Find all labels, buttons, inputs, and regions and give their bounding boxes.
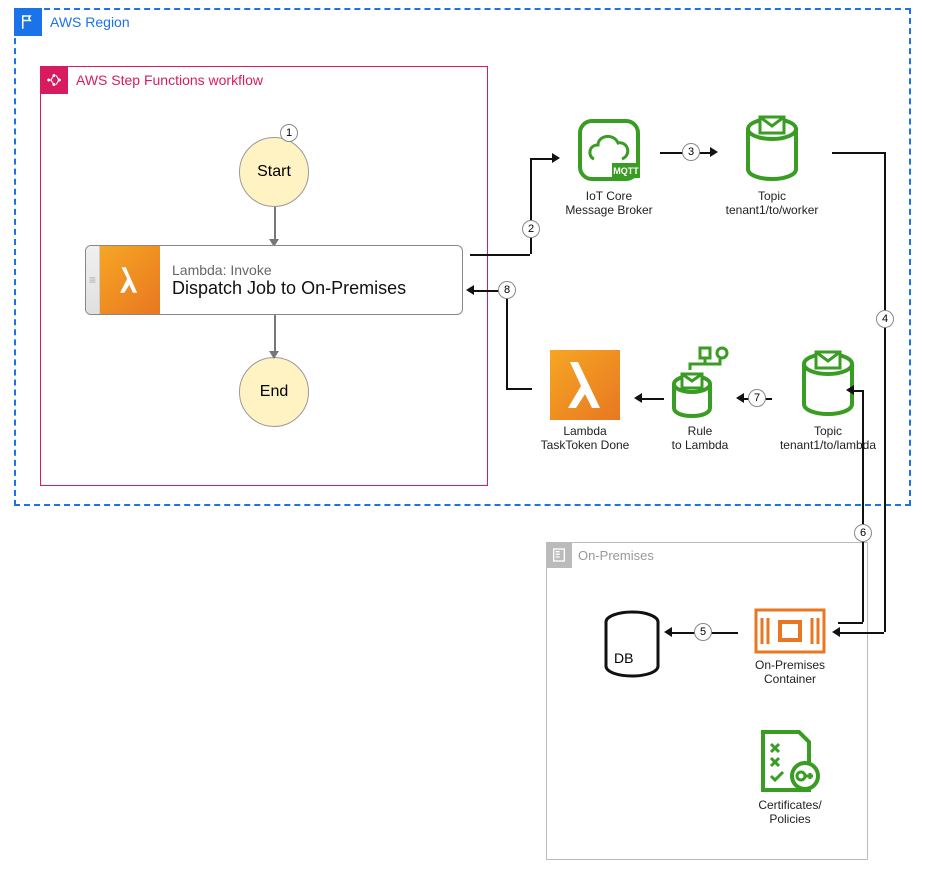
topic-worker: Topic tenant1/to/worker — [712, 115, 832, 218]
aws-region-header: AWS Region — [14, 8, 130, 36]
certificates-policies: Certificates/ Policies — [740, 728, 840, 827]
rule-label-2: to Lambda — [660, 438, 740, 452]
drag-handle-icon — [86, 246, 100, 314]
lambda-invoke-step: Lambda: Invoke Dispatch Job to On-Premis… — [85, 245, 463, 315]
lambda-icon — [100, 246, 160, 314]
certificate-icon — [757, 728, 823, 794]
step-functions-icon — [40, 66, 68, 94]
connector — [884, 152, 886, 632]
lambda-step-title: Dispatch Job to On-Premises — [172, 278, 406, 299]
topic-worker-label-2: tenant1/to/worker — [712, 203, 832, 217]
on-premises-label: On-Premises — [578, 548, 654, 563]
container-label-1: On-Premises — [740, 658, 840, 672]
topic-lambda-label-1: Topic — [768, 424, 888, 438]
lambda-done-label-2: TaskToken Done — [530, 438, 640, 452]
end-node: End — [239, 357, 309, 427]
topic-icon — [742, 115, 802, 185]
iot-core-label-2: Message Broker — [554, 203, 664, 217]
rule-to-lambda: Rule to Lambda — [660, 346, 740, 453]
rule-icon — [670, 346, 730, 420]
step-badge-7: 7 — [748, 389, 766, 407]
cert-label-1: Certificates/ — [740, 798, 840, 812]
container-label-2: Container — [740, 672, 840, 686]
connector — [470, 254, 530, 256]
arrowhead-icon — [269, 351, 279, 359]
topic-worker-label-1: Topic — [712, 189, 832, 203]
arrowhead-icon — [466, 285, 474, 295]
connector — [640, 398, 664, 400]
rule-label-1: Rule — [660, 424, 740, 438]
connector — [530, 158, 532, 254]
iot-core-icon: MQTT — [574, 115, 644, 185]
container-icon — [754, 608, 826, 654]
step-badge-1: 1 — [280, 124, 298, 142]
topic-lambda: Topic tenant1/to/lambda — [768, 350, 888, 453]
step-badge-5: 5 — [694, 623, 712, 641]
start-label: Start — [257, 163, 291, 181]
on-premises-header: On-Premises — [546, 542, 654, 568]
server-icon — [546, 542, 572, 568]
connector — [506, 388, 532, 390]
arrowhead-icon — [634, 393, 642, 403]
step-functions-label: AWS Step Functions workflow — [76, 72, 263, 88]
connector — [862, 390, 864, 622]
lambda-step-subtitle: Lambda: Invoke — [172, 262, 406, 278]
arrowhead-icon — [664, 627, 672, 637]
arrowhead-icon — [552, 153, 560, 163]
lambda-icon — [550, 350, 620, 420]
flag-icon — [14, 8, 42, 36]
end-label: End — [260, 383, 288, 401]
step-badge-3: 3 — [682, 143, 700, 161]
topic-lambda-label-2: tenant1/to/lambda — [768, 438, 888, 452]
aws-region-label: AWS Region — [50, 14, 130, 30]
database-label: DB — [614, 650, 633, 666]
step-badge-2: 2 — [522, 220, 540, 238]
connector — [838, 622, 863, 624]
arrowhead-icon — [710, 147, 718, 157]
step-functions-header: AWS Step Functions workflow — [40, 66, 263, 94]
connector — [832, 152, 884, 154]
arrowhead-icon — [736, 393, 744, 403]
connector — [530, 158, 554, 160]
flow-arrow — [274, 207, 276, 243]
arrowhead-icon — [832, 627, 840, 637]
iot-core-label-1: IoT Core — [554, 189, 664, 203]
flow-arrow — [274, 315, 276, 355]
on-prem-container: On-Premises Container — [740, 608, 840, 687]
lambda-done: Lambda TaskToken Done — [530, 350, 640, 453]
start-node: Start — [239, 137, 309, 207]
step-functions-box: AWS Step Functions workflow Start End La… — [40, 66, 488, 486]
connector — [506, 290, 508, 388]
step-badge-8: 8 — [498, 281, 516, 299]
step-badge-4: 4 — [876, 310, 894, 328]
lambda-step-text: Lambda: Invoke Dispatch Job to On-Premis… — [160, 246, 418, 314]
lambda-done-label-1: Lambda — [530, 424, 640, 438]
cert-label-2: Policies — [740, 812, 840, 826]
svg-text:MQTT: MQTT — [613, 166, 639, 176]
connector — [838, 632, 884, 634]
step-badge-6: 6 — [854, 524, 872, 542]
arrowhead-icon — [846, 385, 854, 395]
database-icon — [602, 610, 662, 680]
iot-core-service: MQTT IoT Core Message Broker — [554, 115, 664, 218]
